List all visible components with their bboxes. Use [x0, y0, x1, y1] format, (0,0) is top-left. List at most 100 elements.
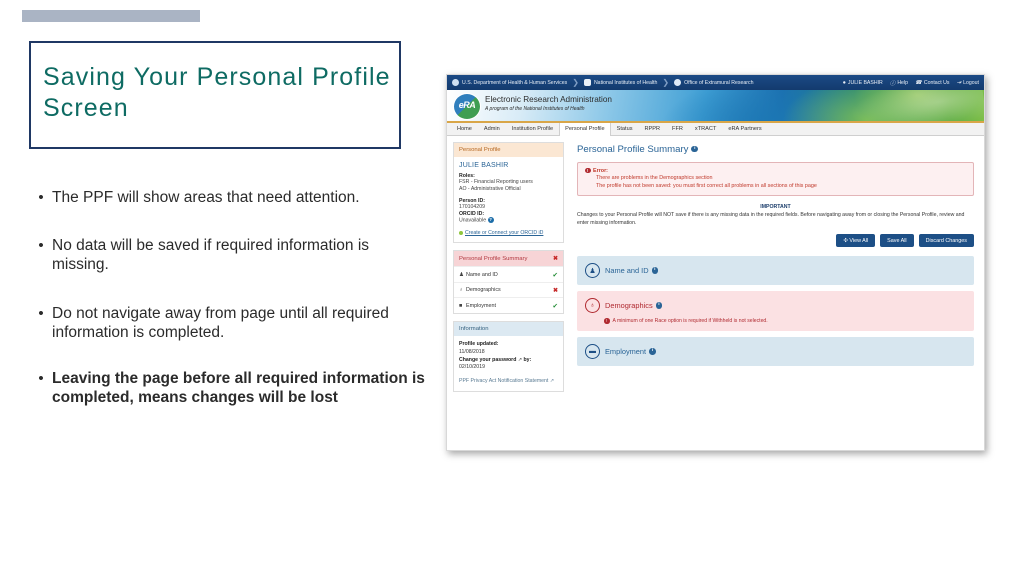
section-label: Demographics i: [605, 301, 663, 311]
account-toolbar: ● JULIE BASHIR ⓘ Help ☎ Contact Us ⇥ Log…: [843, 79, 979, 87]
main-page-title-text: Personal Profile Summary: [577, 143, 689, 155]
profile-summary-header: Personal Profile Summary ✖: [454, 251, 563, 267]
tab-institution-profile[interactable]: Institution Profile: [506, 123, 559, 135]
person-id-value: 170104209: [459, 203, 485, 210]
sidebar-item-employment[interactable]: ■ Employment ✔: [454, 297, 563, 313]
slide-top-decoration: [22, 10, 200, 22]
section-employment[interactable]: ▬ Employment i: [577, 337, 974, 367]
section-header: ▬ Employment i: [585, 344, 656, 360]
info-icon[interactable]: i: [691, 145, 699, 153]
ppf-privacy-link[interactable]: PPF Privacy Act Notification Statement ↗: [459, 378, 558, 386]
bullet-marker: •: [38, 305, 44, 322]
chevron-right-icon: ❯: [662, 78, 670, 87]
era-logo-icon[interactable]: [453, 93, 481, 120]
contact-us-link[interactable]: ☎ Contact Us: [915, 80, 950, 86]
error-circle-icon: !: [585, 167, 591, 174]
profile-card-body: JULIE BASHIR Roles: FSR - Financial Repo…: [454, 157, 563, 243]
tab-xtract[interactable]: xTRACT: [689, 123, 722, 135]
section-header: ♁ Demographics i: [585, 298, 663, 314]
error-message: The profile has not been saved: you must…: [596, 183, 817, 189]
breadcrumb-hhs[interactable]: U.S. Department of Health & Human Servic…: [452, 79, 567, 86]
info-icon[interactable]: i: [651, 267, 659, 274]
information-card-body: Profile updated: 11/08/2018 Change your …: [454, 336, 563, 391]
section-label-text: Demographics: [605, 301, 653, 311]
sidebar: Personal Profile JULIE BASHIR Roles: FSR…: [447, 136, 569, 450]
breadcrumb-nih[interactable]: National Institutes of Health: [583, 79, 657, 86]
view-all-button[interactable]: ✣ View All: [836, 234, 876, 248]
oer-label: Office of Extramural Research: [684, 79, 754, 86]
list-item: • The PPF will show areas that need atte…: [30, 188, 430, 207]
discard-changes-button[interactable]: Discard Changes: [918, 234, 974, 248]
tab-era-partners[interactable]: eRA Partners: [722, 123, 767, 135]
person-circle-icon: ♟: [585, 263, 600, 279]
sidebar-item-demographics[interactable]: ♁ Demographics ✖: [454, 282, 563, 297]
change-password-date: 02/10/2019: [459, 364, 485, 371]
hhs-seal-icon: [452, 79, 459, 86]
user-name: JULIE BASHIR: [459, 161, 509, 169]
tab-ffr[interactable]: FFR: [666, 123, 689, 135]
list-item-text: Do not navigate away from page until all…: [52, 305, 389, 341]
logout-link[interactable]: ⇥ Logout: [957, 80, 979, 86]
tab-admin[interactable]: Admin: [478, 123, 506, 135]
section-header: ♟ Name and ID i: [585, 263, 659, 279]
era-subtitle: A program of the National Institutes of …: [485, 106, 585, 112]
role-item: AO - Administrative Official: [459, 186, 521, 193]
help-label: Help: [897, 79, 908, 86]
profile-summary-card: Personal Profile Summary ✖ ♟ Name and ID…: [453, 250, 564, 315]
save-all-button[interactable]: Save All: [880, 234, 914, 248]
era-banner: Electronic Research Administration A pro…: [447, 90, 984, 121]
tab-status[interactable]: Status: [611, 123, 639, 135]
help-link[interactable]: ⓘ Help: [890, 79, 908, 87]
orcid-id-value: Unavailable: [459, 217, 487, 224]
bullet-marker: •: [38, 237, 44, 254]
section-demographics[interactable]: ♁ Demographics i ! A minimum of one Race…: [577, 291, 974, 332]
slide-title-box: Saving Your Personal Profile Screen: [29, 41, 401, 149]
bullet-marker: •: [38, 189, 44, 206]
important-body: Changes to your Personal Profile will NO…: [577, 212, 965, 227]
profile-card: Personal Profile JULIE BASHIR Roles: FSR…: [453, 141, 564, 244]
contact-us-label: Contact Us: [923, 79, 950, 86]
section-error-text: A minimum of one Race option is required…: [612, 318, 768, 325]
information-card-header: Information: [454, 322, 563, 337]
briefcase-icon: ■: [459, 302, 463, 309]
external-link-icon: ↗: [517, 356, 523, 363]
account-user-label: JULIE BASHIR: [847, 79, 883, 86]
tab-rppr[interactable]: RPPR: [639, 123, 667, 135]
orcid-id-value-row: Unavailable ?: [459, 217, 558, 225]
page-title: Saving Your Personal Profile Screen: [43, 63, 391, 122]
logout-icon: ⇥: [956, 79, 962, 86]
sidebar-item-label: Demographics: [466, 287, 501, 294]
sidebar-item-name-and-id[interactable]: ♟ Name and ID ✔: [454, 266, 563, 282]
change-password-row: Change your password ↗ by:: [459, 357, 558, 365]
list-item: • No data will be saved if required info…: [30, 236, 430, 274]
main-page-title: Personal Profile Summary i: [577, 144, 974, 155]
era-title: Electronic Research Administration: [485, 95, 612, 104]
list-item-text: No data will be saved if required inform…: [52, 237, 370, 273]
main-tab-bar: Home Admin Institution Profile Personal …: [447, 122, 984, 136]
section-label: Name and ID i: [605, 266, 659, 275]
tab-personal-profile[interactable]: Personal Profile: [559, 122, 611, 136]
create-connect-orcid-label: Create or Connect your ORCID iD: [465, 230, 544, 237]
information-card: Information Profile updated: 11/08/2018 …: [453, 321, 564, 393]
status-badge-error-icon: ✖: [552, 256, 558, 263]
info-icon[interactable]: i: [649, 348, 656, 355]
account-user[interactable]: ● JULIE BASHIR: [843, 80, 883, 86]
page-body: Personal Profile JULIE BASHIR Roles: FSR…: [447, 135, 984, 450]
info-icon[interactable]: i: [655, 302, 663, 309]
briefcase-circle-icon: ▬: [585, 344, 600, 360]
phone-icon: ☎: [914, 79, 922, 86]
list-item: • Leaving the page before all required i…: [30, 369, 430, 407]
help-question-icon[interactable]: ?: [487, 217, 494, 224]
profile-updated-label: Profile updated:: [459, 341, 558, 349]
ppf-privacy-label: PPF Privacy Act Notification Statement: [459, 377, 549, 384]
nih-logo-icon: [583, 79, 591, 86]
person-icon: ♟: [459, 271, 464, 278]
change-password-link[interactable]: Change your password: [459, 357, 516, 363]
create-connect-orcid-link[interactable]: Create or Connect your ORCID iD: [459, 230, 558, 236]
globe-icon: ♁: [459, 287, 464, 294]
tab-home[interactable]: Home: [451, 123, 478, 135]
section-name-and-id[interactable]: ♟ Name and ID i: [577, 256, 974, 286]
breadcrumb-oer[interactable]: Office of Extramural Research: [674, 79, 753, 86]
list-item-text: Leaving the page before all required inf…: [52, 370, 425, 406]
chevron-right-icon: ❯: [572, 78, 579, 87]
